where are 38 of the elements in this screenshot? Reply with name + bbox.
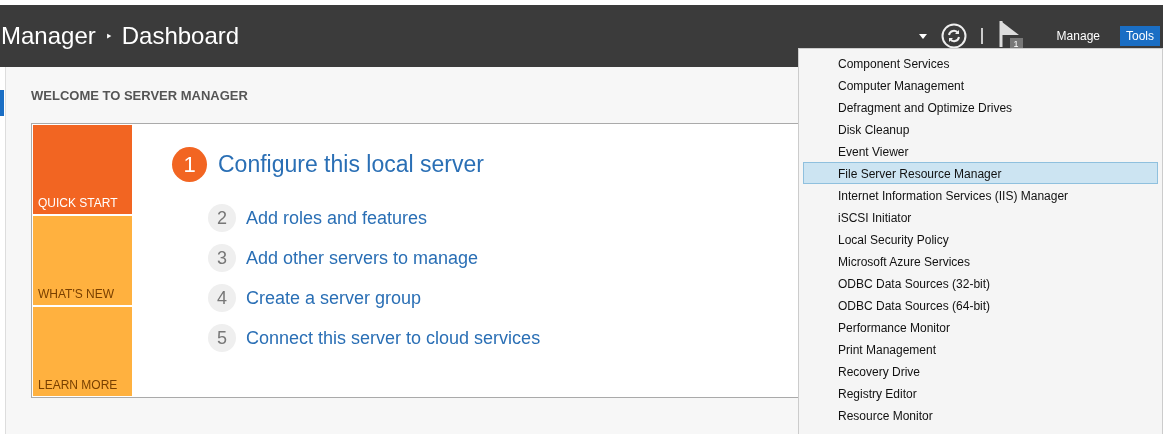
breadcrumb-item[interactable]: Dashboard <box>121 22 240 50</box>
step-number: 4 <box>208 284 236 312</box>
menu-item[interactable]: Local Security Policy <box>803 228 1158 250</box>
menu-item[interactable]: Internet Information Services (IIS) Manager <box>803 184 1158 206</box>
caret-icon[interactable] <box>918 33 927 39</box>
menu-item[interactable]: Microsoft Azure Services <box>803 250 1158 272</box>
step-number: 5 <box>208 324 236 352</box>
menu-item[interactable]: Performance Monitor <box>803 316 1158 338</box>
nav-tile[interactable]: LEARN MORE <box>33 307 132 396</box>
step-number: 1 <box>172 147 207 182</box>
nav-tile[interactable]: WHAT'S NEW <box>33 216 132 305</box>
menu-item[interactable]: Computer Management <box>803 74 1158 96</box>
menu-item[interactable]: Resource Monitor <box>803 404 1158 426</box>
menu-button[interactable]: Tools <box>1120 26 1160 46</box>
menu-item[interactable]: Disk Cleanup <box>803 118 1158 140</box>
step-link[interactable]: Add roles and features <box>246 207 428 229</box>
section-title: WELCOME TO SERVER MANAGER <box>31 88 249 103</box>
menu-item[interactable]: Component Services <box>803 52 1158 74</box>
menu-item[interactable]: Event Viewer <box>803 140 1158 162</box>
menu-item[interactable]: Defragment and Optimize Drives <box>803 96 1158 118</box>
menu-item[interactable]: ODBC Data Sources (64-bit) <box>803 294 1158 316</box>
menu-item[interactable]: Print Management <box>803 338 1158 360</box>
step-link[interactable]: Connect this server to cloud services <box>246 327 541 349</box>
menu-item[interactable]: File Server Resource Manager <box>803 162 1158 184</box>
step-link[interactable]: Add other servers to manage <box>246 247 479 269</box>
menu-item[interactable]: iSCSI Initiator <box>803 206 1158 228</box>
step-link[interactable]: Create a server group <box>246 287 422 309</box>
menu-item[interactable]: Registry Editor <box>803 382 1158 404</box>
flag-icon[interactable] <box>998 21 1021 47</box>
menu-item[interactable]: Recovery Drive <box>803 360 1158 382</box>
menu-button[interactable]: Manage <box>1050 26 1106 46</box>
step-number: 2 <box>208 204 236 232</box>
refresh-icon[interactable] <box>940 23 967 49</box>
breadcrumb-item[interactable]: Manager <box>1 22 96 50</box>
menu-item[interactable]: ODBC Data Sources (32-bit) <box>803 272 1158 294</box>
step-link[interactable]: Configure this local server <box>218 151 484 178</box>
breadcrumb-separator: ‣ <box>105 27 112 47</box>
step-number: 3 <box>208 244 236 272</box>
